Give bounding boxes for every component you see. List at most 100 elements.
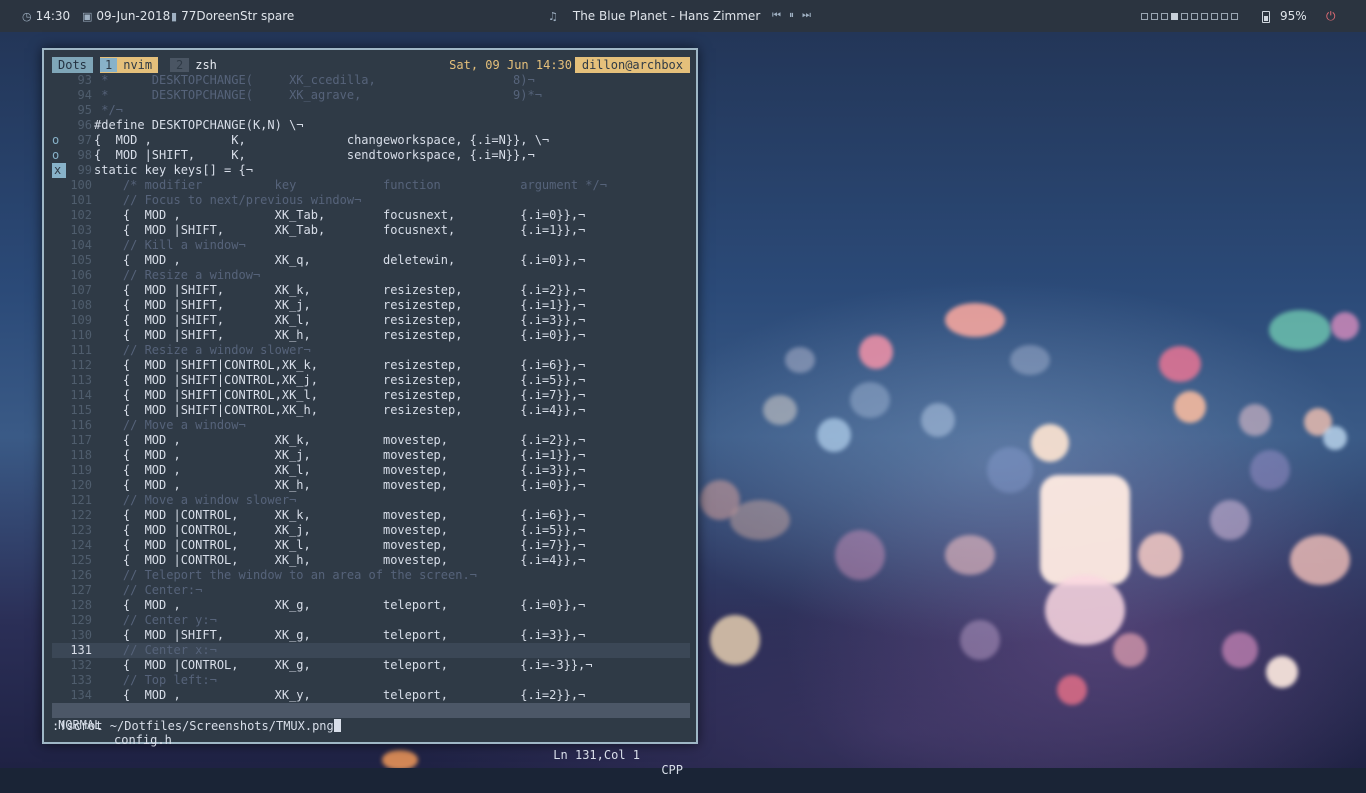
code-text: // Focus to next/previous window¬ — [94, 193, 362, 207]
code-line[interactable]: 107 { MOD |SHIFT, XK_k, resizestep, {.i=… — [52, 283, 690, 298]
clock-widget[interactable]: ◷ 14:30 — [22, 0, 70, 32]
code-line[interactable]: 112 { MOD |SHIFT|CONTROL,XK_k, resizeste… — [52, 358, 690, 373]
next-icon[interactable]: ⏭ — [802, 10, 811, 21]
code-line[interactable]: 117 { MOD , XK_k, movestep, {.i=2}},¬ — [52, 433, 690, 448]
code-line[interactable]: 130 { MOD |SHIFT, XK_g, teleport, {.i=3}… — [52, 628, 690, 643]
code-line[interactable]: 124 { MOD |CONTROL, XK_l, movestep, {.i=… — [52, 538, 690, 553]
code-line[interactable]: 106 // Resize a window¬ — [52, 268, 690, 283]
network-widget[interactable]: ▮ 77DoreenStr spare — [171, 0, 294, 32]
bokeh-light — [1138, 533, 1182, 577]
code-line[interactable]: 116 // Move a window¬ — [52, 418, 690, 433]
code-line[interactable]: 94 * DESKTOPCHANGE( XK_agrave, 9)*¬ — [52, 88, 690, 103]
code-line[interactable]: 115 { MOD |SHIFT|CONTROL,XK_h, resizeste… — [52, 403, 690, 418]
code-text: { MOD |SHIFT, K, sendtoworkspace, {.i=N}… — [94, 148, 535, 162]
pause-icon[interactable]: ⏸ — [789, 10, 794, 21]
code-line[interactable]: o 98{ MOD |SHIFT, K, sendtoworkspace, {.i… — [52, 148, 690, 163]
tmux-window-1[interactable]: 1 nvim — [100, 57, 159, 73]
workspace-10[interactable] — [1231, 13, 1238, 20]
code-line[interactable]: 105 { MOD , XK_q, deletewin, {.i=0}},¬ — [52, 253, 690, 268]
code-line[interactable]: 109 { MOD |SHIFT, XK_l, resizestep, {.i=… — [52, 313, 690, 328]
workspace-1[interactable] — [1141, 13, 1148, 20]
code-line[interactable]: 133 // Top left:¬ — [52, 673, 690, 688]
workspace-3[interactable] — [1161, 13, 1168, 20]
line-number: 98 — [77, 148, 92, 162]
code-line[interactable]: 129 // Center y:¬ — [52, 613, 690, 628]
code-line[interactable]: o 97{ MOD , K, changeworkspace, {.i=N}}, … — [52, 133, 690, 148]
power-icon[interactable]: ⏻ — [1326, 0, 1336, 32]
code-line[interactable]: 96 #define DESKTOPCHANGE(K,N) \¬ — [52, 118, 690, 133]
line-number: 128 — [70, 598, 92, 612]
code-line[interactable]: 111 // Resize a window slower¬ — [52, 343, 690, 358]
network-name: 77DoreenStr spare — [181, 9, 295, 23]
code-line[interactable]: 122 { MOD |CONTROL, XK_k, movestep, {.i=… — [52, 508, 690, 523]
text-cursor — [333, 719, 341, 732]
line-number: 127 — [70, 583, 92, 597]
vim-command-line[interactable]: :!scrot ~/Dotfiles/Screenshots/TMUX.png — [52, 719, 341, 734]
clock-icon: ◷ — [22, 10, 32, 23]
bokeh-light — [710, 615, 760, 665]
code-text: { MOD , XK_k, movestep, {.i=2}},¬ — [94, 433, 586, 447]
now-playing-title: The Blue Planet - Hans Zimmer — [572, 9, 761, 23]
editor-buffer[interactable]: 93 * DESKTOPCHANGE( XK_ccedilla, 8)¬ 94 *… — [52, 73, 690, 703]
code-text: { MOD |SHIFT|CONTROL,XK_l, resizestep, {… — [94, 388, 586, 402]
code-text: { MOD |CONTROL, XK_k, movestep, {.i=6}},… — [94, 508, 586, 522]
code-text: { MOD , XK_y, teleport, {.i=2}},¬ — [94, 688, 586, 702]
workspace-7[interactable] — [1201, 13, 1208, 20]
code-line[interactable]: 93 * DESKTOPCHANGE( XK_ccedilla, 8)¬ — [52, 73, 690, 88]
code-text: { MOD |SHIFT, XK_j, resizestep, {.i=1}},… — [94, 298, 586, 312]
bokeh-light — [785, 347, 815, 373]
code-line[interactable]: 101 // Focus to next/previous window¬ — [52, 193, 690, 208]
code-text: { MOD , XK_Tab, focusnext, {.i=0}},¬ — [94, 208, 586, 222]
line-number: 112 — [70, 358, 92, 372]
bokeh-light — [1250, 450, 1290, 490]
bokeh-light — [1057, 675, 1087, 705]
previous-icon[interactable]: ⏮ — [772, 10, 781, 21]
code-line[interactable]: x 99 static key keys[] = {¬ — [52, 163, 690, 178]
line-number: 95 — [77, 103, 92, 117]
workspace-indicator — [1141, 0, 1241, 32]
date-widget[interactable]: ▣ 09-Jun-2018 — [82, 0, 170, 32]
code-line[interactable]: 123 { MOD |CONTROL, XK_j, movestep, {.i=… — [52, 523, 690, 538]
code-line[interactable]: 102 { MOD , XK_Tab, focusnext, {.i=0}},¬ — [52, 208, 690, 223]
code-line[interactable]: 118 { MOD , XK_j, movestep, {.i=1}},¬ — [52, 448, 690, 463]
code-text: { MOD |CONTROL, XK_l, movestep, {.i=7}},… — [94, 538, 586, 552]
bokeh-light — [945, 303, 1005, 337]
code-line[interactable]: 110 { MOD |SHIFT, XK_h, resizestep, {.i=… — [52, 328, 690, 343]
line-number: 124 — [70, 538, 92, 552]
workspace-8[interactable] — [1211, 13, 1218, 20]
tmux-window-2-name: zsh — [195, 58, 217, 72]
line-number: 125 — [70, 553, 92, 567]
workspace-9[interactable] — [1221, 13, 1228, 20]
tmux-window-2[interactable]: 2 zsh — [170, 57, 223, 73]
workspace-2[interactable] — [1151, 13, 1158, 20]
code-line[interactable]: 131 // Center x:¬ — [52, 643, 690, 658]
workspace-4[interactable] — [1171, 13, 1178, 20]
terminal-window[interactable]: Dots 1 nvim 2 zsh Sat, 09 Jun 14:30 dillon… — [42, 48, 698, 777]
code-line[interactable]: 95 */¬ — [52, 103, 690, 118]
bokeh-light — [1290, 535, 1350, 585]
code-line[interactable]: 103 { MOD |SHIFT, XK_Tab, focusnext, {.i… — [52, 223, 690, 238]
code-text: { MOD , XK_j, movestep, {.i=1}},¬ — [94, 448, 586, 462]
code-line[interactable]: 120 { MOD , XK_h, movestep, {.i=0}},¬ — [52, 478, 690, 493]
code-line[interactable]: 125 { MOD |CONTROL, XK_h, movestep, {.i=… — [52, 553, 690, 568]
code-line[interactable]: 108 { MOD |SHIFT, XK_j, resizestep, {.i=… — [52, 298, 690, 313]
code-text: { MOD |CONTROL, XK_h, movestep, {.i=4}},… — [94, 553, 586, 567]
code-line[interactable]: 121 // Move a window slower¬ — [52, 493, 690, 508]
code-line[interactable]: 119 { MOD , XK_l, movestep, {.i=3}},¬ — [52, 463, 690, 478]
wifi-icon: ▮ — [171, 10, 178, 23]
code-line[interactable]: 128 { MOD , XK_g, teleport, {.i=0}},¬ — [52, 598, 690, 613]
code-line[interactable]: 104 // Kill a window¬ — [52, 238, 690, 253]
code-line[interactable]: 127 // Center:¬ — [52, 583, 690, 598]
workspace-5[interactable] — [1181, 13, 1188, 20]
code-line[interactable]: 132 { MOD |CONTROL, XK_g, teleport, {.i=… — [52, 658, 690, 673]
code-line[interactable]: 114 { MOD |SHIFT|CONTROL,XK_l, resizeste… — [52, 388, 690, 403]
code-text: { MOD , XK_l, movestep, {.i=3}},¬ — [94, 463, 586, 477]
code-line[interactable]: 113 { MOD |SHIFT|CONTROL,XK_j, resizeste… — [52, 373, 690, 388]
code-text: { MOD , XK_g, teleport, {.i=0}},¬ — [94, 598, 586, 612]
workspace-6[interactable] — [1191, 13, 1198, 20]
code-line[interactable]: 126 // Teleport the window to an area of… — [52, 568, 690, 583]
code-line[interactable]: 100 /* modifier key function argument */… — [52, 178, 690, 193]
code-line[interactable]: 134 { MOD , XK_y, teleport, {.i=2}},¬ — [52, 688, 690, 703]
media-controls: ⏮ ⏸ ⏭ — [772, 0, 811, 32]
bokeh-light — [1010, 345, 1050, 375]
